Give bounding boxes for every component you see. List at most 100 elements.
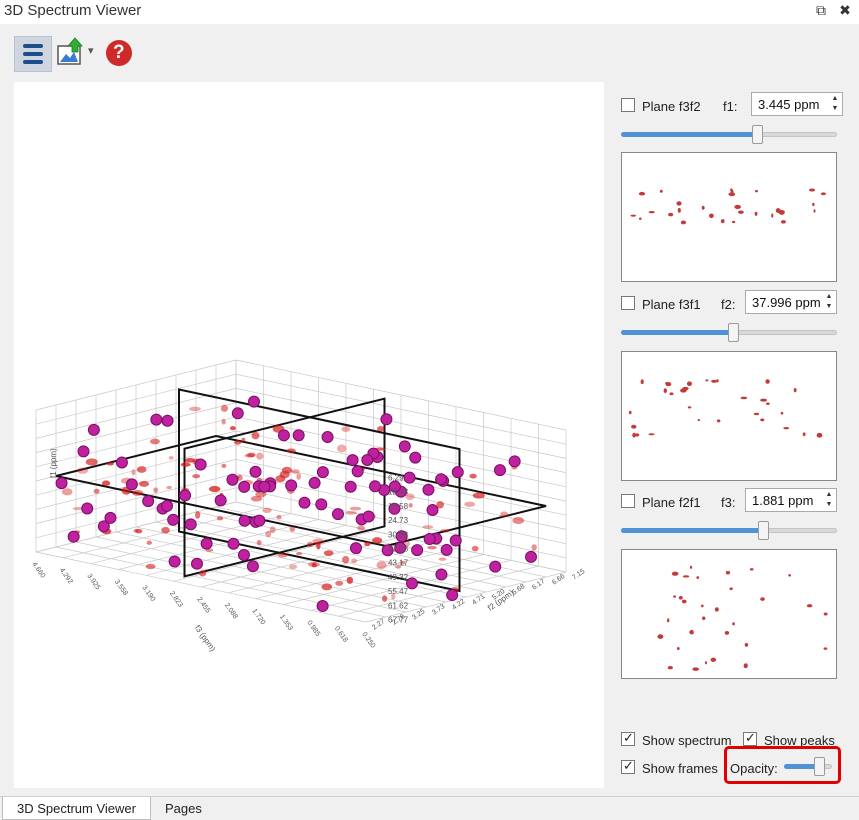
plane-f2f1-preview	[621, 549, 837, 679]
export-button[interactable]: ▾	[56, 36, 100, 72]
peak-marker	[184, 518, 197, 531]
spectrum-contour	[216, 516, 224, 521]
spectrum-contour	[357, 525, 366, 531]
peak-marker	[87, 423, 100, 436]
spin-down-icon[interactable]: ▼	[824, 500, 834, 510]
peak-marker	[81, 502, 94, 515]
peak-marker	[285, 479, 298, 492]
peak-marker	[426, 503, 439, 516]
z-axis-label: f1 (ppm)	[49, 448, 58, 478]
preview-spot	[709, 213, 714, 219]
spectrum-contour	[221, 463, 227, 468]
peak-marker	[321, 431, 334, 444]
show-frames-checkbox[interactable]	[621, 758, 635, 774]
tab-pages[interactable]: Pages	[151, 797, 216, 820]
x-tick-label: 2.823	[168, 590, 184, 608]
preview-spot	[673, 595, 677, 598]
plane-f2f1-checkbox[interactable]	[621, 494, 635, 508]
plane-controls-panel: Plane f3f2 f1: 3.445 ppm ▲ ▼ Plane f3f1 …	[604, 82, 859, 788]
show-peaks-checkbox[interactable]	[743, 730, 757, 746]
spectrum-contour	[422, 525, 434, 529]
grid-line	[95, 536, 427, 608]
menu-button[interactable]	[14, 36, 52, 72]
spectrum-contour	[377, 426, 385, 432]
spectrum-contour	[132, 490, 144, 496]
peak-marker	[247, 395, 260, 408]
spectrum-contour	[296, 473, 302, 480]
f1-spinbox[interactable]: 3.445 ppm ▲ ▼	[751, 92, 843, 116]
tab-bar: 3D Spectrum Viewer Pages	[0, 796, 859, 820]
f3-slider[interactable]	[621, 520, 837, 540]
spectrum-contour	[323, 550, 334, 557]
f3-slider-handle[interactable]	[758, 521, 769, 540]
plane-f3f2-checkbox[interactable]	[621, 98, 635, 112]
spectrum-contour	[382, 595, 388, 602]
spectrum-contour	[512, 517, 525, 525]
preview-spot	[753, 412, 760, 416]
spectrum-contour	[145, 563, 156, 570]
help-button[interactable]: ?	[104, 36, 134, 72]
f3-value: 1.881 ppm	[752, 493, 814, 508]
show-spectrum-label: Show spectrum	[642, 733, 732, 748]
f1-slider-handle[interactable]	[752, 125, 763, 144]
spin-down-icon[interactable]: ▼	[824, 302, 834, 312]
preview-spot	[648, 433, 655, 436]
spectrum-contour	[262, 507, 272, 514]
x-tick-label: 1.720	[250, 608, 266, 626]
plane-f3f1-checkbox[interactable]	[621, 296, 635, 310]
window-title: 3D Spectrum Viewer	[4, 2, 142, 19]
spectrum-contour	[281, 466, 293, 474]
peak-marker	[249, 465, 262, 478]
tab-3d-spectrum-viewer[interactable]: 3D Spectrum Viewer	[2, 797, 151, 820]
spectrum-contour	[199, 570, 207, 577]
peak-marker	[449, 534, 462, 547]
spectrum-contour	[469, 473, 477, 479]
preview-spot	[702, 616, 706, 620]
show-spectrum-checkbox[interactable]	[621, 730, 635, 746]
spectrum-contour	[244, 453, 255, 458]
x-tick-label: 3.190	[140, 584, 156, 602]
preview-spot	[737, 210, 744, 214]
preview-spot	[816, 432, 823, 438]
close-icon[interactable]: ✖	[834, 0, 856, 22]
f3-slider-fill	[621, 528, 763, 533]
f3-spinbox[interactable]: 1.881 ppm ▲ ▼	[745, 488, 837, 512]
peak-marker	[316, 600, 329, 613]
f2-slider[interactable]	[621, 322, 837, 342]
spin-down-icon[interactable]: ▼	[830, 104, 840, 114]
preview-spot	[687, 406, 692, 409]
spectrum-contour	[251, 431, 260, 440]
spectrum-contour	[336, 444, 347, 453]
export-dropdown-icon[interactable]: ▾	[88, 44, 94, 57]
spin-up-icon[interactable]: ▲	[824, 490, 834, 500]
peak-marker	[161, 414, 174, 427]
spin-up-icon[interactable]: ▲	[830, 94, 840, 104]
peak-marker	[315, 498, 328, 511]
preview-spot	[663, 388, 667, 394]
spin-up-icon[interactable]: ▲	[824, 292, 834, 302]
peak-marker	[398, 440, 411, 453]
plane-f3f2-preview	[621, 152, 837, 282]
restore-window-icon[interactable]: ⧉	[810, 0, 832, 22]
spectrum-contour	[276, 514, 282, 520]
f1-slider[interactable]	[621, 124, 837, 144]
z-tick-label: 37.03	[388, 545, 409, 554]
plane-f3f1-preview	[621, 351, 837, 481]
x-tick-label: 0.985	[305, 619, 321, 637]
z-tick-label: 30.88	[388, 530, 409, 539]
peak-marker	[179, 489, 192, 502]
preview-spot	[676, 201, 682, 206]
preview-spot	[697, 418, 701, 422]
plot-canvas[interactable]: 6.29 12.43 18.58 24.73 30.88 37.03 43.17 49.32 5…	[14, 82, 604, 788]
peak-marker	[168, 555, 181, 568]
preview-spot	[760, 597, 765, 601]
f2-spinbox[interactable]: 37.996 ppm ▲ ▼	[745, 290, 837, 314]
spectrum-contour	[101, 480, 111, 487]
spectrum-3d-plot[interactable]: 6.29 12.43 18.58 24.73 30.88 37.03 43.17 49.32 5…	[14, 82, 604, 788]
peak-marker	[67, 530, 80, 543]
preview-spot	[754, 189, 759, 193]
preview-spot	[689, 565, 693, 569]
peak-marker	[349, 542, 362, 555]
f2-slider-handle[interactable]	[728, 323, 739, 342]
preview-spot	[743, 663, 748, 669]
